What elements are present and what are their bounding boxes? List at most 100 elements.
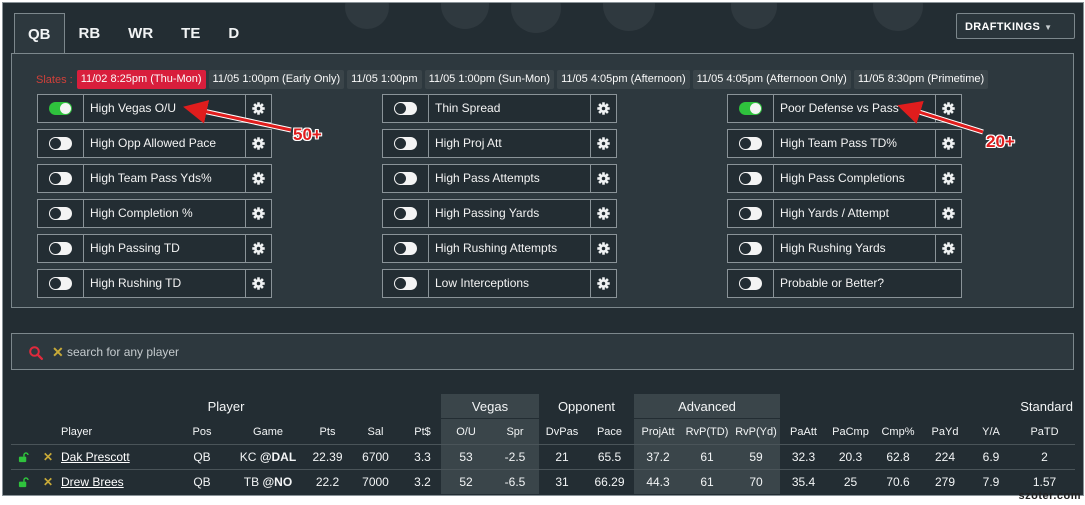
column-header[interactable]: Cmp% bbox=[874, 419, 922, 444]
cell-rvpyd: 70 bbox=[732, 470, 780, 494]
cell-pace: 66.29 bbox=[594, 475, 625, 489]
search-input[interactable] bbox=[65, 341, 469, 363]
filter-toggle[interactable] bbox=[383, 235, 429, 262]
group-advanced: Advanced bbox=[634, 394, 780, 418]
filter-toggle[interactable] bbox=[728, 200, 774, 227]
toggle-knob bbox=[740, 243, 751, 254]
column-header[interactable]: Spr bbox=[491, 419, 539, 444]
toggle-switch[interactable] bbox=[49, 277, 72, 290]
gear-icon bbox=[597, 207, 610, 220]
filter-item: High Completion % bbox=[37, 199, 272, 228]
toggle-switch[interactable] bbox=[394, 277, 417, 290]
lock-icon[interactable] bbox=[15, 445, 31, 469]
toggle-switch[interactable] bbox=[394, 242, 417, 255]
cell-cmp: 62.8 bbox=[886, 450, 910, 464]
gear-icon bbox=[942, 242, 955, 255]
table-header: Player Pos Game Pts Sal Pt$ O/U Spr DvPas Pace Pro… bbox=[11, 419, 1075, 444]
filter-settings-button[interactable] bbox=[590, 200, 616, 227]
filter-settings-button[interactable] bbox=[245, 235, 271, 262]
column-header[interactable]: O/U bbox=[441, 419, 491, 444]
cell-cmp: 70.6 bbox=[886, 475, 910, 489]
filter-toggle[interactable] bbox=[383, 200, 429, 227]
filter-settings-button[interactable] bbox=[590, 235, 616, 262]
table-row: ✕ Drew Brees QB TB @NO 22.2 7000 3.2 52 -6.5 31 66… bbox=[11, 469, 1075, 494]
cell-ya: 7.9 bbox=[982, 475, 1000, 489]
column-header[interactable]: Pos bbox=[186, 419, 218, 444]
team-label: TB bbox=[243, 475, 260, 489]
filter-item: High Rushing TD bbox=[37, 269, 272, 298]
table-group-header: Player Vegas Opponent Advanced Standard bbox=[11, 394, 1075, 419]
search-icon[interactable] bbox=[29, 346, 43, 360]
column-header[interactable]: RvP(Yd) bbox=[732, 419, 780, 444]
arrow-icon bbox=[183, 100, 292, 132]
clear-icon[interactable]: ✕ bbox=[52, 344, 64, 361]
toggle-knob bbox=[395, 243, 406, 254]
column-header[interactable]: PaYd bbox=[922, 419, 968, 444]
toggle-knob bbox=[50, 278, 61, 289]
column-header[interactable]: PaAtt bbox=[780, 419, 827, 444]
toggle-knob bbox=[50, 208, 61, 219]
opponent-label: @NO bbox=[262, 475, 293, 489]
toggle-switch[interactable] bbox=[49, 207, 72, 220]
toggle-switch[interactable] bbox=[739, 207, 762, 220]
column-header[interactable]: DvPas bbox=[539, 419, 585, 444]
cell-rvpyd: 59 bbox=[732, 445, 780, 469]
team-label: KC bbox=[239, 450, 257, 464]
filter-toggle[interactable] bbox=[728, 270, 774, 297]
toggle-knob bbox=[50, 243, 61, 254]
game-cell: KC @DAL bbox=[228, 445, 308, 469]
filter-settings-button[interactable] bbox=[245, 200, 271, 227]
column-header[interactable]: PaTD bbox=[1014, 419, 1075, 444]
cell-pos: QB bbox=[193, 450, 211, 464]
group-standard: Standard bbox=[1020, 398, 1073, 414]
filter-toggle[interactable] bbox=[383, 270, 429, 297]
filter-label: High Rushing Attempts bbox=[435, 241, 558, 255]
cell-rvptd: 61 bbox=[682, 470, 732, 494]
cell-ou: 52 bbox=[441, 470, 491, 494]
column-header[interactable]: Sal bbox=[347, 419, 404, 444]
filter-toggle[interactable] bbox=[38, 270, 84, 297]
toggle-switch[interactable] bbox=[394, 207, 417, 220]
cell-pt: 3.2 bbox=[414, 475, 431, 489]
watermark: szoter.com bbox=[1018, 490, 1081, 502]
filter-settings-button[interactable] bbox=[245, 270, 271, 297]
filter-label: High Passing Yards bbox=[435, 206, 540, 220]
cell-ya: 6.9 bbox=[982, 450, 1000, 464]
filter-toggle[interactable] bbox=[728, 235, 774, 262]
filter-settings-button[interactable] bbox=[590, 270, 616, 297]
toggle-switch[interactable] bbox=[739, 277, 762, 290]
lock-icon[interactable] bbox=[15, 470, 31, 494]
filter-settings-button[interactable] bbox=[935, 200, 961, 227]
filter-item: Low Interceptions bbox=[382, 269, 617, 298]
filter-label: High Rushing TD bbox=[90, 276, 182, 290]
filter-toggle[interactable] bbox=[38, 200, 84, 227]
toggle-knob bbox=[740, 208, 751, 219]
gear-icon bbox=[597, 277, 610, 290]
filter-item: High Passing Yards bbox=[382, 199, 617, 228]
filter-settings-button[interactable] bbox=[935, 235, 961, 262]
filter-item: High Passing TD bbox=[37, 234, 272, 263]
cell-patd: 2 bbox=[1041, 450, 1048, 464]
group-vegas: Vegas bbox=[441, 394, 539, 418]
opponent-label: @DAL bbox=[259, 450, 297, 464]
column-header[interactable]: Pace bbox=[585, 419, 634, 444]
column-header[interactable]: Game bbox=[228, 419, 308, 444]
column-header[interactable]: Player bbox=[39, 419, 159, 444]
filter-label: High Passing TD bbox=[90, 241, 180, 255]
player-name-link[interactable]: Dak Prescott bbox=[61, 450, 130, 464]
cell-pos: QB bbox=[193, 475, 211, 489]
column-header[interactable]: Pts bbox=[308, 419, 347, 444]
toggle-switch[interactable] bbox=[739, 242, 762, 255]
column-header[interactable]: RvP(TD) bbox=[682, 419, 732, 444]
column-header[interactable]: ProjAtt bbox=[634, 419, 682, 444]
column-header[interactable]: Y/A bbox=[968, 419, 1014, 444]
arrow-icon bbox=[897, 100, 984, 134]
cell-pts: 22.2 bbox=[315, 475, 340, 489]
column-header[interactable]: Pt$ bbox=[404, 419, 441, 444]
filter-toggle[interactable] bbox=[38, 235, 84, 262]
player-name-link[interactable]: Drew Brees bbox=[61, 475, 124, 489]
gear-icon bbox=[252, 207, 265, 220]
column-header[interactable]: PaCmp bbox=[827, 419, 874, 444]
toggle-switch[interactable] bbox=[49, 242, 72, 255]
filter-item: High Yards / Attempt bbox=[727, 199, 962, 228]
